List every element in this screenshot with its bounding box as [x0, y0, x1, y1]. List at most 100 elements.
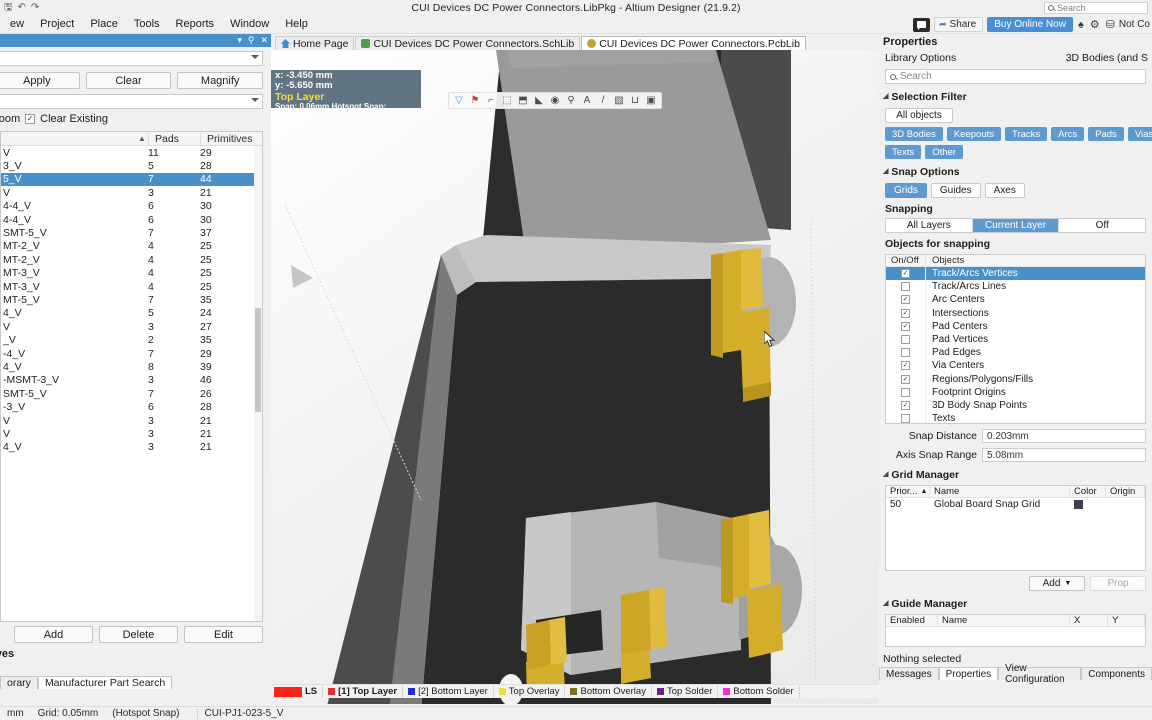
table-row[interactable]: 3_V 5 28 [1, 159, 262, 172]
sort-ascending-icon[interactable]: ▲ [136, 134, 148, 143]
column-priority[interactable]: Prior... ▲ [886, 486, 930, 497]
guide-manager-header[interactable]: ◢ Guide Manager [883, 598, 1152, 610]
panel-close-icon[interactable]: ✕ [260, 36, 268, 45]
snap-object-row[interactable]: Texts [886, 412, 1145, 423]
snap-object-row[interactable]: 3D Body Snap Points [886, 398, 1145, 413]
selection-filter-chip[interactable]: Texts [885, 145, 922, 159]
table-row[interactable]: V 11 29 [1, 146, 262, 159]
table-row[interactable]: 4_V 5 24 [1, 307, 262, 320]
snap-object-checkbox[interactable] [901, 374, 910, 384]
table-row[interactable]: V 3 27 [1, 320, 262, 333]
table-row[interactable]: _V 2 35 [1, 333, 262, 346]
properties-search-input[interactable]: Search [885, 69, 1146, 84]
snapping-layer-option[interactable]: Current Layer [972, 219, 1060, 232]
layer-tab[interactable]: Top Solder [652, 685, 719, 698]
grid-color-cell[interactable] [1070, 498, 1106, 511]
selection-filter-chip[interactable]: Arcs [1051, 127, 1085, 141]
text-icon[interactable]: A [580, 94, 594, 108]
snap-object-row[interactable]: Track/Arcs Vertices [886, 267, 1145, 281]
table-row[interactable]: MT-3_V 4 25 [1, 280, 262, 293]
apply-button[interactable]: Apply [0, 72, 80, 89]
panel-dropdown-icon[interactable]: ▾ [237, 36, 242, 45]
selection-filter-chip[interactable]: Keepouts [946, 127, 1001, 141]
snap-object-row[interactable]: Track/Arcs Lines [886, 280, 1145, 294]
properties-tab[interactable]: Components [1081, 667, 1152, 680]
snap-object-checkbox[interactable] [901, 295, 910, 305]
global-search-box[interactable]: Search [1044, 2, 1148, 14]
ruler-icon[interactable]: ⊔ [628, 94, 642, 108]
snap-object-checkbox[interactable] [901, 282, 910, 292]
column-guide-x[interactable]: X [1070, 615, 1108, 626]
snap-object-checkbox[interactable] [901, 387, 910, 397]
settings-gear-icon[interactable]: ⚙ [1089, 18, 1101, 31]
corner-icon[interactable]: ⌐ [484, 94, 498, 108]
connection-status[interactable]: ⛁ Not Co [1105, 18, 1150, 31]
snap-mode-button[interactable]: Guides [930, 183, 981, 198]
footprints-list[interactable]: ▲ Pads Primitives V 11 29 3_V 5 28 5_V 7 44 V 3 21 4… [0, 131, 263, 622]
grid-manager-table[interactable]: Prior... ▲ Name Color Origin 50 Global Bo… [885, 485, 1146, 571]
column-pads[interactable]: Pads [148, 132, 200, 145]
table-row[interactable]: 4_V 3 21 [1, 441, 262, 454]
grid-manager-header[interactable]: ◢ Grid Manager [883, 469, 1152, 481]
column-grid-origin[interactable]: Origin [1106, 486, 1145, 497]
table-row[interactable]: -MSMT-3_V 3 46 [1, 374, 262, 387]
column-primitives[interactable]: Primitives [200, 132, 262, 145]
line-icon[interactable]: / [596, 94, 610, 108]
selection-filter-header[interactable]: ◢ Selection Filter [883, 91, 1152, 103]
balloon-icon[interactable]: ⚲ [564, 94, 578, 108]
menu-reports[interactable]: Reports [168, 16, 223, 32]
column-grid-color[interactable]: Color [1070, 486, 1106, 497]
snap-mode-button[interactable]: Axes [984, 183, 1025, 198]
guide-manager-table[interactable]: Enabled Name X Y [885, 614, 1146, 647]
comments-button[interactable] [913, 17, 930, 32]
pcb-3d-viewport[interactable]: x: -3.450 mm y: -5.650 mm Top Layer Snap… [271, 50, 879, 704]
share-button[interactable]: ➦ Share [934, 17, 984, 32]
layer-tab[interactable]: [2] Bottom Layer [403, 685, 494, 698]
notifications-icon[interactable]: ♠ [1077, 19, 1085, 31]
snap-mode-button[interactable]: Grids [885, 183, 927, 198]
doc-tab-schlib[interactable]: CUI Devices DC Power Connectors.SchLib [355, 36, 581, 50]
table-row[interactable]: MT-3_V 4 25 [1, 267, 262, 280]
table-row[interactable]: 4-4_V 6 30 [1, 213, 262, 226]
table-row[interactable]: 4-4_V 6 30 [1, 200, 262, 213]
layer-tab[interactable]: Bottom Solder [718, 685, 800, 698]
axis-snap-range-input[interactable]: 5.08mm [982, 448, 1146, 462]
menu-tools[interactable]: Tools [126, 16, 168, 32]
snap-object-checkbox[interactable] [901, 335, 910, 345]
snap-object-row[interactable]: Arc Centers [886, 293, 1145, 307]
filter-icon[interactable]: ▽ [452, 94, 466, 108]
snapping-layer-option[interactable]: All Layers [886, 219, 973, 232]
menu-project[interactable]: Project [32, 16, 82, 32]
snap-object-row[interactable]: Regions/Polygons/Fills [886, 372, 1145, 386]
tab-manufacturer-part-search[interactable]: Manufacturer Part Search [37, 676, 173, 689]
column-enabled[interactable]: Enabled [886, 615, 938, 626]
snap-distance-input[interactable]: 0.203mm [982, 429, 1146, 443]
selection-filter-chip[interactable]: Other [925, 145, 963, 159]
magnify-button[interactable]: Magnify [177, 72, 264, 89]
all-objects-button[interactable]: All objects [885, 108, 953, 123]
panel-pin-icon[interactable]: ⚲ [248, 36, 255, 45]
ls-label[interactable]: LS [305, 686, 324, 697]
layer-color-swatch[interactable] [274, 686, 302, 697]
table-row[interactable]: SMT-5_V 7 37 [1, 226, 262, 239]
board-icon[interactable]: ▣ [644, 94, 658, 108]
doc-tab-home-page[interactable]: Home Page [275, 36, 355, 50]
selection-filter-chip[interactable]: 3D Bodies [885, 127, 943, 141]
table-row[interactable]: V 3 21 [1, 427, 262, 440]
snap-object-row[interactable]: Via Centers [886, 359, 1145, 373]
table-row[interactable]: SMT-5_V 7 26 [1, 387, 262, 400]
tab-pcb-library[interactable]: orary [0, 676, 38, 689]
snapping-layer-option[interactable]: Off [1059, 219, 1145, 232]
layer-tab[interactable]: [1] Top Layer [323, 685, 404, 698]
edit-icon[interactable]: ▧ [612, 94, 626, 108]
menu-place[interactable]: Place [82, 16, 126, 32]
column-guide-y[interactable]: Y [1108, 615, 1145, 626]
snap-object-checkbox[interactable] [901, 308, 910, 318]
column-guide-name[interactable]: Name [938, 615, 1070, 626]
mask-filter-combo[interactable] [0, 51, 263, 66]
selection-filter-chip[interactable]: Vias [1127, 127, 1152, 141]
snap-object-checkbox[interactable] [901, 348, 910, 358]
snap-object-checkbox[interactable] [901, 400, 910, 410]
table-row[interactable]: 5_V 7 44 [1, 172, 262, 187]
properties-tab[interactable]: View Configuration [998, 663, 1082, 685]
